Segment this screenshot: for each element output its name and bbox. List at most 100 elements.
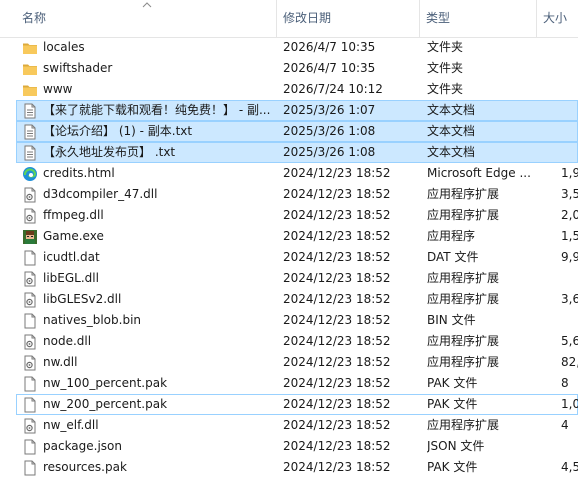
file-date: 2024/12/23 18:52 bbox=[283, 292, 391, 306]
file-size: 4,5 bbox=[561, 460, 578, 474]
file-type: 文件夹 bbox=[427, 40, 464, 54]
file-date: 2024/12/23 18:52 bbox=[283, 376, 391, 390]
file-date: 2024/12/23 18:52 bbox=[283, 166, 391, 180]
file-row[interactable]: Game.exe 2024/12/23 18:52 应用程序 1,5 bbox=[0, 226, 578, 247]
file-size: 2,0 bbox=[561, 208, 578, 222]
file-row[interactable]: libEGL.dll 2024/12/23 18:52 应用程序扩展 bbox=[0, 268, 578, 289]
sort-ascending-icon bbox=[142, 2, 152, 8]
file-name: 【永久地址发布页】 .txt bbox=[43, 145, 176, 159]
file-name: nw_100_percent.pak bbox=[43, 376, 168, 390]
blank-file-icon bbox=[22, 250, 38, 266]
column-size-header[interactable]: 大小 bbox=[537, 0, 578, 37]
file-type: DAT 文件 bbox=[427, 250, 479, 264]
file-row[interactable]: package.json 2024/12/23 18:52 JSON 文件 bbox=[0, 436, 578, 457]
file-row[interactable]: libGLESv2.dll 2024/12/23 18:52 应用程序扩展 3,6 bbox=[0, 289, 578, 310]
file-name: swiftshader bbox=[43, 61, 113, 75]
file-type: 文件夹 bbox=[427, 82, 464, 96]
file-row[interactable]: d3dcompiler_47.dll 2024/12/23 18:52 应用程序扩展… bbox=[0, 184, 578, 205]
file-size bbox=[561, 121, 578, 142]
file-type: 文本文档 bbox=[427, 103, 476, 117]
file-name: Game.exe bbox=[43, 229, 104, 243]
file-type: 文本文档 bbox=[427, 124, 476, 138]
file-type: JSON 文件 bbox=[427, 439, 485, 453]
file-type: 应用程序扩展 bbox=[427, 187, 500, 201]
file-date: 2026/4/7 10:35 bbox=[283, 61, 376, 75]
file-date: 2025/3/26 1:08 bbox=[283, 145, 376, 159]
file-type: PAK 文件 bbox=[427, 397, 478, 411]
file-row[interactable]: locales 2026/4/7 10:35 文件夹 bbox=[0, 37, 578, 58]
file-size bbox=[561, 79, 578, 100]
file-row[interactable]: ffmpeg.dll 2024/12/23 18:52 应用程序扩展 2,0 bbox=[0, 205, 578, 226]
blank-file-icon bbox=[22, 397, 38, 413]
file-size: 82,4 bbox=[561, 355, 578, 369]
file-size bbox=[561, 268, 578, 289]
file-date: 2024/12/23 18:52 bbox=[283, 418, 391, 432]
file-date: 2024/12/23 18:52 bbox=[283, 439, 391, 453]
file-size: 4 bbox=[561, 418, 569, 432]
column-header: 名称 修改日期 类型 大小 bbox=[0, 0, 578, 38]
dll-file-icon bbox=[22, 334, 38, 350]
file-size: 3,6 bbox=[561, 292, 578, 306]
file-size bbox=[561, 142, 578, 163]
file-size: 5,6 bbox=[561, 334, 578, 348]
file-date: 2024/12/23 18:52 bbox=[283, 250, 391, 264]
file-size: 1,0 bbox=[561, 397, 578, 411]
file-row[interactable]: resources.pak 2024/12/23 18:52 PAK 文件 4,5 bbox=[0, 457, 578, 478]
file-name: nw_elf.dll bbox=[43, 418, 99, 432]
file-name: libEGL.dll bbox=[43, 271, 99, 285]
file-size: 8 bbox=[561, 376, 569, 390]
file-list: locales 2026/4/7 10:35 文件夹 swiftshader 2026/… bbox=[0, 37, 578, 478]
dll-file-icon bbox=[22, 271, 38, 287]
file-name: credits.html bbox=[43, 166, 115, 180]
file-row[interactable]: natives_blob.bin 2024/12/23 18:52 BIN 文件 bbox=[0, 310, 578, 331]
file-type: 应用程序 bbox=[427, 229, 476, 243]
file-name: 【论坛介绍】 (1) - 副本.txt bbox=[43, 124, 193, 138]
file-name: locales bbox=[43, 40, 85, 54]
game-exe-icon bbox=[22, 229, 38, 245]
file-type: Microsoft Edge ... bbox=[427, 166, 531, 180]
blank-file-icon bbox=[22, 313, 38, 329]
column-date-header[interactable]: 修改日期 bbox=[277, 0, 419, 37]
file-name: resources.pak bbox=[43, 460, 127, 474]
file-date: 2024/12/23 18:52 bbox=[283, 313, 391, 327]
file-row[interactable]: swiftshader 2026/4/7 10:35 文件夹 bbox=[0, 58, 578, 79]
dll-file-icon bbox=[22, 187, 38, 203]
file-row[interactable]: 【永久地址发布页】 .txt 2025/3/26 1:08 文本文档 bbox=[0, 142, 578, 163]
file-date: 2025/3/26 1:07 bbox=[283, 103, 376, 117]
file-row[interactable]: nw_elf.dll 2024/12/23 18:52 应用程序扩展 4 bbox=[0, 415, 578, 436]
file-row[interactable]: www 2026/7/24 10:12 文件夹 bbox=[0, 79, 578, 100]
file-row[interactable]: 【来了就能下载和观看！纯免费！】 - 副... 2025/3/26 1:07 文本文… bbox=[0, 100, 578, 121]
file-row[interactable]: nw_200_percent.pak 2024/12/23 18:52 PAK 文件… bbox=[0, 394, 578, 415]
file-row[interactable]: 【论坛介绍】 (1) - 副本.txt 2025/3/26 1:08 文本文档 bbox=[0, 121, 578, 142]
text-file-icon bbox=[22, 145, 38, 161]
file-date: 2024/12/23 18:52 bbox=[283, 397, 391, 411]
file-type: 应用程序扩展 bbox=[427, 334, 500, 348]
dll-file-icon bbox=[22, 418, 38, 434]
file-type: 应用程序扩展 bbox=[427, 418, 500, 432]
column-type-header[interactable]: 类型 bbox=[420, 0, 536, 37]
file-row[interactable]: credits.html 2024/12/23 18:52 Microsoft Ed… bbox=[0, 163, 578, 184]
file-date: 2024/12/23 18:52 bbox=[283, 334, 391, 348]
file-name: ffmpeg.dll bbox=[43, 208, 104, 222]
file-type: 应用程序扩展 bbox=[427, 355, 500, 369]
file-type: PAK 文件 bbox=[427, 376, 478, 390]
file-date: 2024/12/23 18:52 bbox=[283, 229, 391, 243]
text-file-icon bbox=[22, 124, 38, 140]
file-date: 2024/12/23 18:52 bbox=[283, 460, 391, 474]
folder-icon bbox=[22, 82, 38, 98]
file-row[interactable]: icudtl.dat 2024/12/23 18:52 DAT 文件 9,9 bbox=[0, 247, 578, 268]
file-name: d3dcompiler_47.dll bbox=[43, 187, 158, 201]
file-date: 2025/3/26 1:08 bbox=[283, 124, 376, 138]
file-name: 【来了就能下载和观看！纯免费！】 - 副... bbox=[43, 103, 271, 117]
blank-file-icon bbox=[22, 376, 38, 392]
file-row[interactable]: nw.dll 2024/12/23 18:52 应用程序扩展 82,4 bbox=[0, 352, 578, 373]
file-name: natives_blob.bin bbox=[43, 313, 142, 327]
file-name: nw_200_percent.pak bbox=[43, 397, 168, 411]
file-size: 9,9 bbox=[561, 250, 578, 264]
file-size bbox=[561, 310, 578, 331]
file-type: BIN 文件 bbox=[427, 313, 476, 327]
file-type: 文件夹 bbox=[427, 61, 464, 75]
file-row[interactable]: nw_100_percent.pak 2024/12/23 18:52 PAK 文件… bbox=[0, 373, 578, 394]
file-row[interactable]: node.dll 2024/12/23 18:52 应用程序扩展 5,6 bbox=[0, 331, 578, 352]
file-name: icudtl.dat bbox=[43, 250, 100, 264]
